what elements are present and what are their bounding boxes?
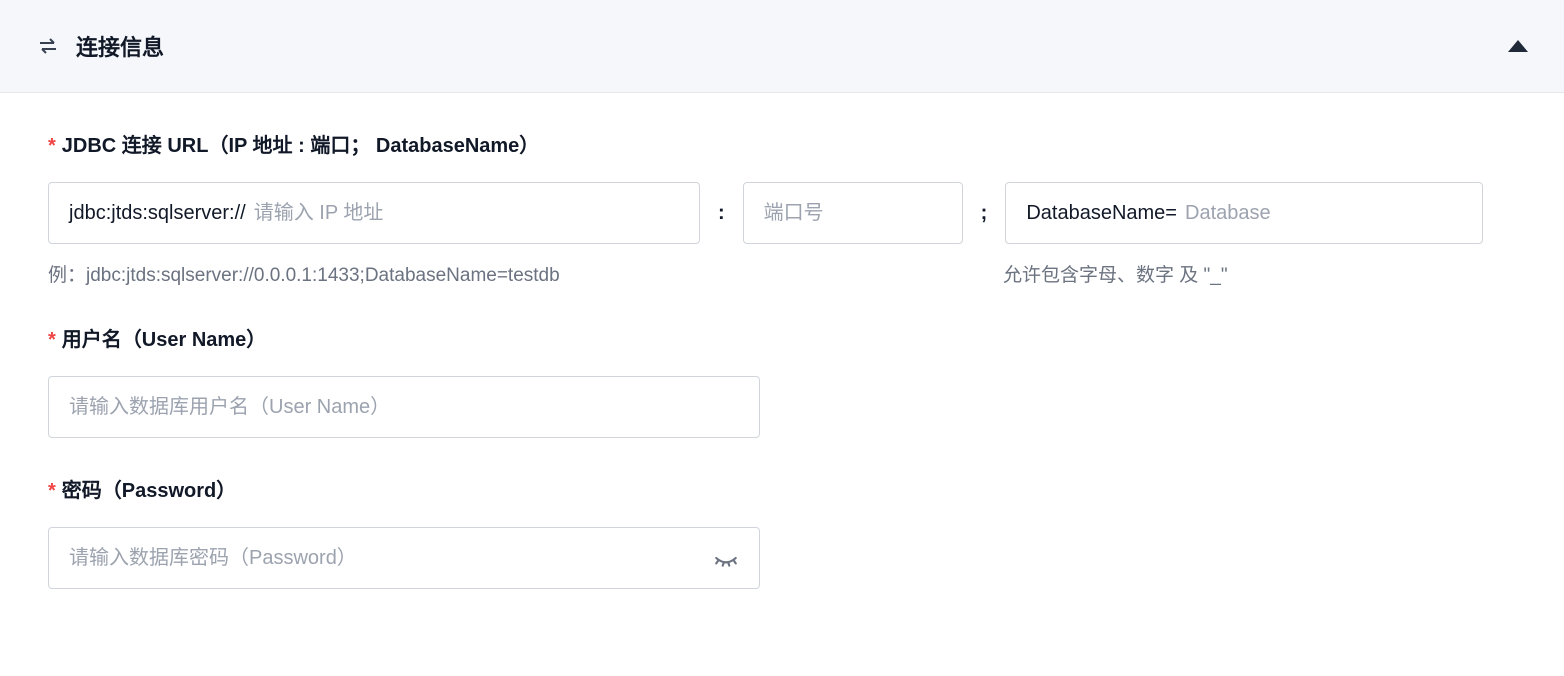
db-prefix: DatabaseName= [1026, 202, 1177, 225]
password-label-text: 密码（Password） [62, 480, 236, 502]
jdbc-label: * JDBC 连接 URL（IP 地址 : 端口； DatabaseName） [48, 129, 1516, 158]
jdbc-example-hint: 例：jdbc:jtds:sqlserver://0.0.0.1:1433;Dat… [48, 260, 1003, 287]
port-input-box [743, 182, 963, 244]
panel-title: 连接信息 [76, 30, 164, 62]
username-label: * 用户名（User Name） [48, 323, 1516, 352]
panel-header[interactable]: 连接信息 [0, 0, 1564, 93]
password-field-group: * 密码（Password） [48, 474, 1516, 589]
panel-body: * JDBC 连接 URL（IP 地址 : 端口； DatabaseName） j… [0, 93, 1564, 661]
ip-input[interactable] [254, 202, 679, 225]
password-label: * 密码（Password） [48, 474, 1516, 503]
ip-input-box: jdbc:jtds:sqlserver:// [48, 182, 700, 244]
jdbc-input-row: jdbc:jtds:sqlserver:// : ; DatabaseName= [48, 182, 1516, 244]
jdbc-prefix: jdbc:jtds:sqlserver:// [69, 202, 246, 225]
eye-closed-icon[interactable] [713, 545, 739, 571]
username-label-text: 用户名（User Name） [62, 329, 267, 351]
username-field-group: * 用户名（User Name） [48, 323, 1516, 438]
required-star: * [48, 135, 56, 157]
username-input[interactable] [48, 376, 760, 438]
jdbc-field-group: * JDBC 连接 URL（IP 地址 : 端口； DatabaseName） j… [48, 129, 1516, 287]
db-input-box: DatabaseName= [1005, 182, 1483, 244]
db-hint: 允许包含字母、数字 及 "_" [1003, 260, 1228, 287]
password-wrapper [48, 527, 760, 589]
password-input[interactable] [69, 547, 713, 570]
separator-semicolon: ; [963, 202, 1006, 225]
swap-icon [36, 34, 60, 58]
required-star: * [48, 329, 56, 351]
jdbc-label-text: JDBC 连接 URL（IP 地址 : 端口； DatabaseName） [62, 135, 540, 157]
collapse-arrow-icon[interactable] [1508, 40, 1528, 52]
database-input[interactable] [1185, 202, 1462, 225]
separator-colon: : [700, 202, 743, 225]
required-star: * [48, 480, 56, 502]
